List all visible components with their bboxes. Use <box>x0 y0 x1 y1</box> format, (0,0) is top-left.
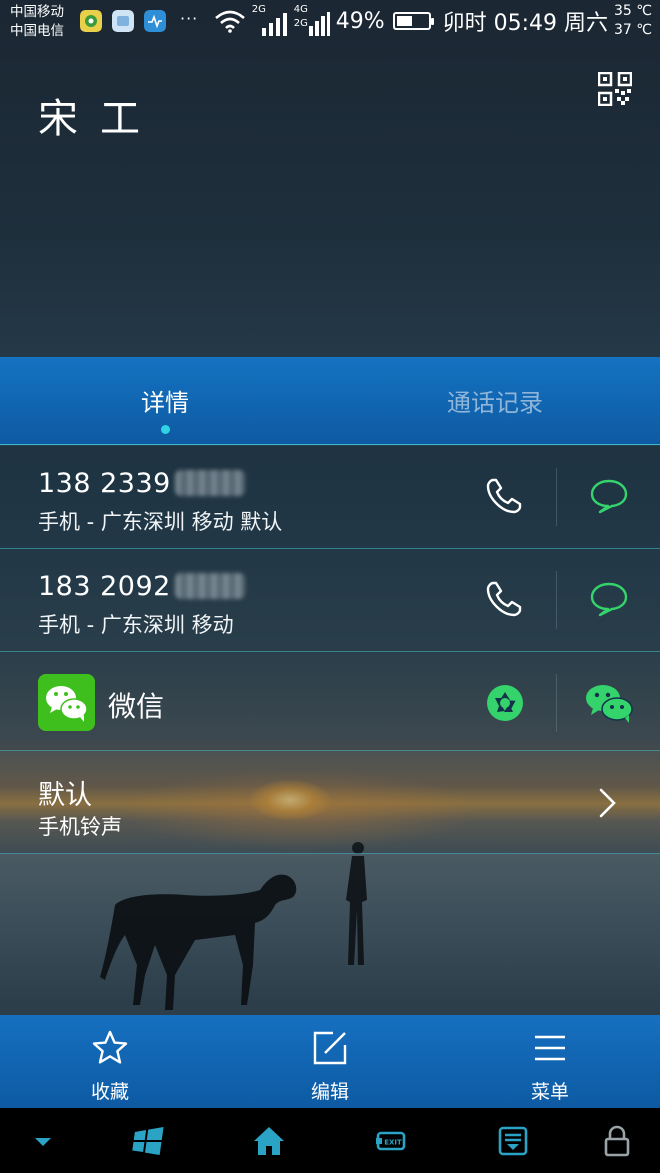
tab-bar: 详情 通话记录 <box>0 357 660 445</box>
battery-icon <box>392 12 434 30</box>
lock-icon[interactable] <box>600 1124 634 1158</box>
exit-text: EXIT <box>384 1139 402 1147</box>
wechat-logo-icon <box>38 674 95 731</box>
menu-label: 菜单 <box>530 1081 569 1103</box>
status-bar: 中国移动 中国电信 ··· 2G 4G 2G 49% 卯时 05:49 周六 3… <box>0 0 660 44</box>
wechat-chat-icon[interactable] <box>584 682 634 724</box>
menu-icon <box>535 1035 565 1061</box>
status-right: 2G 4G 2G 49% 卯时 05:49 周六 35 ℃ 37 ℃ <box>214 2 652 40</box>
qr-code-icon[interactable] <box>598 72 632 106</box>
carrier-2: 中国电信 <box>10 23 64 39</box>
signal-strength-1: 2G <box>252 4 288 36</box>
favorite-button[interactable]: 收藏 <box>0 1015 220 1108</box>
signal-strength-2: 4G 2G <box>294 4 330 36</box>
edit-label: 编辑 <box>310 1081 349 1103</box>
exit-icon[interactable]: EXIT <box>374 1124 408 1158</box>
person-silhouette <box>346 842 367 965</box>
notification-icons: ··· <box>80 8 199 32</box>
home-icon[interactable] <box>252 1124 286 1158</box>
app-notification-icon <box>112 10 134 32</box>
temp-low: 37 ℃ <box>614 22 652 38</box>
windows-icon[interactable] <box>130 1124 164 1158</box>
moments-icon[interactable] <box>486 684 524 722</box>
tab-call-log-label: 通话记录 <box>447 389 543 417</box>
wechat-label: 微信 <box>108 690 165 723</box>
phone-detail: 手机 - 广东深圳 移动 <box>38 613 234 637</box>
edit-button[interactable]: 编辑 <box>220 1015 440 1108</box>
phone-call-icon[interactable] <box>484 476 524 516</box>
tab-call-log[interactable]: 通话记录 <box>330 357 660 444</box>
ringtone-title: 默认 <box>38 780 92 811</box>
contact-name: 宋工 <box>38 96 162 142</box>
edit-icon <box>313 1031 347 1065</box>
tab-details[interactable]: 详情 <box>0 357 330 444</box>
carrier-info: 中国移动 中国电信 <box>10 3 64 41</box>
phone-number: 183 2092 <box>38 571 245 602</box>
divider <box>556 674 557 732</box>
more-notifications: ··· <box>180 8 199 28</box>
signal-bars-icon <box>261 13 287 36</box>
horse-silhouette <box>100 874 297 1010</box>
divider <box>556 468 557 526</box>
action-bar: 收藏 编辑 菜单 <box>0 1015 660 1108</box>
divider <box>556 571 557 629</box>
tab-details-label: 详情 <box>141 389 189 417</box>
temperature: 35 ℃ 37 ℃ <box>614 2 652 40</box>
redacted-digits <box>174 469 245 496</box>
favorite-label: 收藏 <box>90 1081 129 1103</box>
chevron-right-icon[interactable] <box>596 785 620 821</box>
wechat-row[interactable]: 微信 <box>0 652 660 751</box>
message-icon[interactable] <box>590 581 628 617</box>
app-notification-icon <box>80 10 102 32</box>
active-tab-indicator <box>160 425 170 434</box>
star-icon <box>92 1030 128 1064</box>
chevron-down-icon[interactable] <box>26 1124 60 1158</box>
phone-row[interactable]: 183 2092 手机 - 广东深圳 移动 <box>0 549 660 652</box>
phone-detail: 手机 - 广东深圳 移动 默认 <box>38 510 283 534</box>
signal-bars-icon <box>308 12 330 36</box>
notification-tray-icon[interactable] <box>496 1124 530 1158</box>
ringtone-row[interactable]: 默认 手机铃声 <box>0 751 660 854</box>
ringtone-subtitle: 手机铃声 <box>38 815 122 839</box>
wifi-icon <box>214 10 245 33</box>
temp-high: 35 ℃ <box>614 3 652 19</box>
phone-number: 138 2339 <box>38 468 245 499</box>
battery-percent: 49% <box>335 8 385 34</box>
health-app-icon <box>144 10 166 32</box>
carrier-1: 中国移动 <box>10 4 64 20</box>
clock: 卯时 05:49 周六 <box>442 11 608 36</box>
redacted-digits <box>174 572 245 599</box>
system-nav-bar: EXIT <box>0 1108 660 1173</box>
phone-row[interactable]: 138 2339 手机 - 广东深圳 移动 默认 <box>0 446 660 549</box>
phone-call-icon[interactable] <box>484 579 524 619</box>
menu-button[interactable]: 菜单 <box>440 1015 660 1108</box>
contact-details-list: 138 2339 手机 - 广东深圳 移动 默认 183 2092 手机 - 广… <box>0 446 660 854</box>
message-icon[interactable] <box>590 478 628 514</box>
